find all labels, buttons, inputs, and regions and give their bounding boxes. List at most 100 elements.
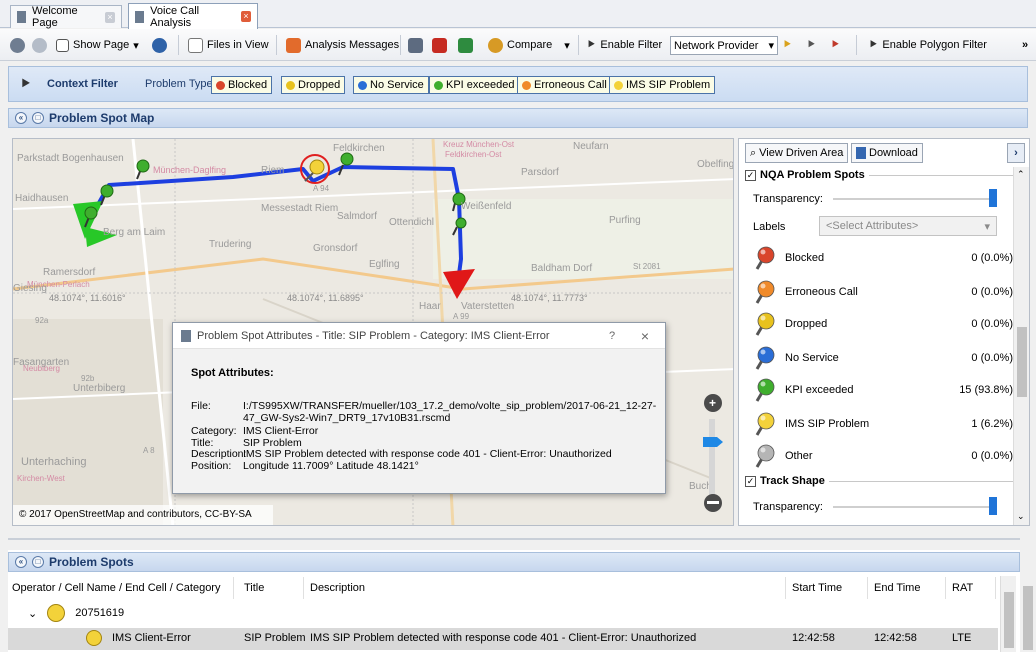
analysis-messages-button[interactable]: Analysis Messages — [286, 35, 399, 55]
attribute-row-position: Position: Longitude 11.7009° Latitude 48… — [191, 459, 419, 472]
legend-row: Erroneous Call 0 (0.0%) — [751, 277, 1013, 307]
filter-no-service-button[interactable]: No Service — [353, 76, 429, 94]
track-transparency-slider-handle[interactable] — [989, 497, 997, 515]
map-place-label: Weißenfeld — [461, 201, 511, 212]
column-header-title[interactable]: Title — [240, 577, 304, 599]
problem-spots-panel: « □ Problem Spots Operator / Cell Name /… — [8, 550, 1020, 652]
map-place-label: Trudering — [209, 239, 251, 250]
book-button[interactable] — [408, 35, 423, 55]
magnifier-icon: ⌕ — [750, 146, 757, 159]
cell-category: IMS Client-Error — [112, 632, 191, 644]
chevron-up-icon[interactable]: ⌃ — [1017, 169, 1025, 180]
zoom-in-button[interactable]: + — [704, 394, 722, 412]
legend-label: Erroneous Call — [785, 286, 858, 298]
chevron-down-icon[interactable]: ⌄ — [28, 607, 37, 620]
forward-button[interactable] — [32, 35, 47, 55]
toolbar-divider — [856, 35, 857, 55]
cell-title: SIP Problem — [244, 632, 306, 644]
excel-export-button[interactable] — [458, 35, 473, 55]
orange-pin-icon — [522, 80, 531, 90]
chevron-down-icon[interactable]: ▾ — [564, 39, 570, 52]
filter-ims-sip-problem-button[interactable]: IMS SIP Problem — [609, 76, 716, 94]
legend-count: 0 (0.0%) — [971, 286, 1013, 298]
svg-text:+: + — [709, 396, 716, 410]
map-pin-icon — [751, 245, 777, 271]
map-place-label: Messestadt Riem — [261, 203, 338, 214]
pdf-export-button[interactable] — [432, 35, 447, 55]
globe-button[interactable] — [152, 35, 167, 55]
toolbar-overflow-button[interactable]: » — [1022, 35, 1028, 55]
transparency-slider-handle[interactable] — [989, 189, 997, 207]
panel-splitter[interactable] — [8, 538, 1020, 540]
collapse-icon[interactable]: « — [15, 112, 27, 124]
filter-next-button[interactable]: ⯈ — [806, 35, 816, 55]
cell-description: IMS SIP Problem detected with response c… — [310, 632, 697, 644]
column-header-rat[interactable]: RAT — [948, 577, 996, 599]
map-attribution: © 2017 OpenStreetMap and contributors, C… — [13, 505, 273, 525]
tab-voice-call-analysis[interactable]: Voice Call Analysis × — [128, 3, 258, 29]
panel-scrollbar[interactable]: ⌃ ⌄ — [1013, 167, 1029, 525]
scrollbar-thumb[interactable] — [1004, 592, 1014, 648]
map-place-label: Buch — [689, 481, 712, 492]
nqa-section-header[interactable]: ✓ NQA Problem Spots — [745, 169, 1015, 181]
close-icon[interactable]: × — [105, 11, 115, 23]
column-header-description[interactable]: Description — [306, 577, 786, 599]
collapse-icon[interactable]: « — [15, 556, 27, 568]
dialog-title-bar[interactable]: Problem Spot Attributes - Title: SIP Pro… — [173, 323, 665, 349]
track-transparency-slider-track[interactable] — [833, 506, 993, 508]
map-place-label: Haar — [419, 301, 441, 312]
map-place-label: 92b — [81, 374, 95, 383]
filter-blocked-button[interactable]: Blocked — [211, 76, 273, 94]
view-driven-area-button[interactable]: ⌕ View Driven Area — [745, 143, 849, 163]
column-header-start-time[interactable]: Start Time — [788, 577, 868, 599]
page-scrollbar[interactable] — [1020, 540, 1036, 652]
compare-button[interactable]: Compare ▾ — [488, 35, 570, 55]
filter-dropped-button[interactable]: Dropped — [281, 76, 346, 94]
filter-remove-button[interactable]: ⯈ — [830, 35, 840, 55]
enable-filter-button[interactable]: ⯈ Enable Filter — [586, 35, 662, 55]
transparency-slider-track[interactable] — [833, 198, 993, 200]
column-header-end-time[interactable]: End Time — [870, 577, 946, 599]
zoom-slider-track[interactable] — [709, 419, 715, 495]
column-header-category[interactable]: Operator / Cell Name / End Cell / Catego… — [8, 577, 234, 599]
scrollbar-thumb[interactable] — [1017, 327, 1027, 397]
nqa-checkbox[interactable]: ✓ — [745, 169, 756, 181]
filter-erroneous-call-button[interactable]: Erroneous Call — [517, 76, 612, 94]
table-scrollbar[interactable] — [1000, 576, 1016, 652]
legend-row: IMS SIP Problem 1 (6.2%) — [751, 409, 1013, 439]
show-page-button[interactable]: Show Page ▾ — [56, 35, 139, 55]
table-row[interactable]: IMS Client-Error SIP Problem IMS SIP Pro… — [8, 628, 998, 650]
map-pin-icon — [751, 443, 777, 469]
help-button[interactable]: ? — [597, 330, 627, 342]
map-place-label: Parkstadt Bogenhausen — [17, 153, 124, 164]
close-icon[interactable]: × — [240, 11, 251, 22]
toolbar-divider — [400, 35, 401, 55]
tab-bar: Welcome Page × Voice Call Analysis × — [0, 0, 1036, 29]
chevron-down-icon[interactable]: ⌄ — [1017, 511, 1025, 522]
map-place-label: Unterbiberg — [73, 383, 125, 394]
pin-panel-icon[interactable]: □ — [32, 112, 44, 124]
files-in-view-button[interactable]: Files in View — [188, 35, 269, 55]
filter-kpi-exceeded-button[interactable]: KPI exceeded — [429, 76, 520, 94]
legend-label: Other — [785, 450, 813, 462]
labels-select[interactable]: <Select Attributes> ▾ — [819, 216, 997, 236]
filter-pin-button[interactable]: ⯈ — [782, 35, 792, 55]
track-shape-checkbox[interactable]: ✓ — [745, 475, 756, 487]
arrow-left-icon — [10, 37, 25, 53]
track-shape-section-header[interactable]: ✓ Track Shape — [745, 475, 1015, 487]
tab-label: Voice Call Analysis — [150, 4, 200, 29]
scrollbar-thumb[interactable] — [1023, 586, 1033, 650]
back-button[interactable] — [10, 35, 25, 55]
cell-end-time: 12:42:58 — [874, 632, 917, 644]
legend-label: IMS SIP Problem — [785, 418, 870, 430]
download-button[interactable]: Download — [851, 143, 923, 163]
close-button[interactable]: × — [633, 328, 657, 344]
enable-polygon-filter-button[interactable]: ⯈ Enable Polygon Filter — [868, 35, 987, 55]
zoom-out-button[interactable] — [704, 494, 722, 512]
expand-panel-button[interactable]: › — [1007, 143, 1025, 163]
group-row[interactable]: ⌄ 20751619 — [28, 604, 124, 622]
map-place-label: Riem — [261, 165, 284, 176]
tab-welcome-page[interactable]: Welcome Page × — [10, 5, 122, 29]
network-provider-select[interactable]: Network Provider ▾ — [670, 36, 778, 55]
pin-panel-icon[interactable]: □ — [32, 556, 44, 568]
